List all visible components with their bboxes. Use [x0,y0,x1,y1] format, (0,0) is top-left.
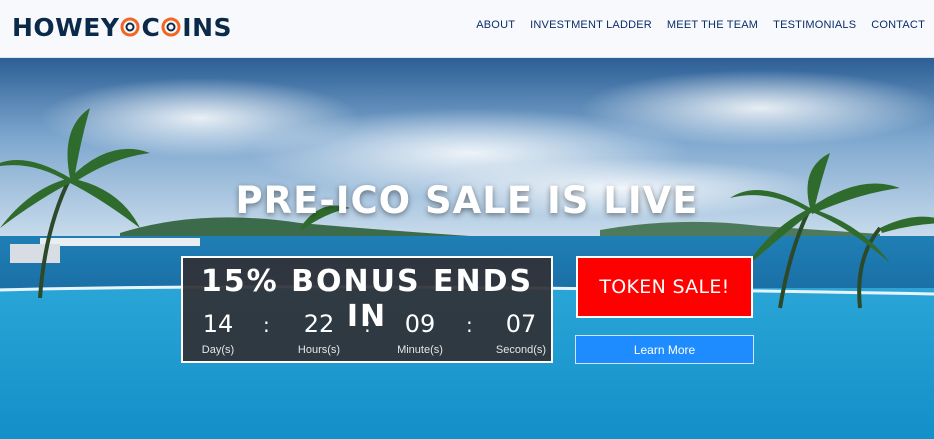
nav-link-about[interactable]: ABOUT [476,19,515,31]
countdown-days-value: 14 [202,310,234,338]
nav-link-contact[interactable]: CONTACT [871,19,925,31]
token-sale-button[interactable]: TOKEN SALE! [576,256,753,318]
main-nav: ABOUT INVESTMENT LADDER MEET THE TEAM TE… [476,19,925,31]
nav-link-meet-the-team[interactable]: MEET THE TEAM [667,19,758,31]
countdown-minutes: 09 Minute(s) [385,310,455,356]
countdown-minutes-label: Minute(s) [397,344,443,356]
nav-link-investment-ladder[interactable]: INVESTMENT LADDER [530,19,652,31]
howeycoins-logo[interactable]: HOWEY C INS [12,12,232,42]
bonus-countdown-panel: 15% BONUS ENDS IN 14 Day(s) : 22 Hours(s… [181,256,553,363]
countdown-days: 14 Day(s) [183,310,253,356]
countdown-hours-value: 22 [303,310,335,338]
countdown-separator: : [364,313,371,337]
hero-headline: PRE-ICO SALE IS LIVE [235,179,699,222]
hero-banner: PRE-ICO SALE IS LIVE 15% BONUS ENDS IN 1… [0,58,934,439]
countdown-seconds-value: 07 [505,310,537,338]
countdown-hours: 22 Hours(s) [284,310,354,356]
countdown-seconds-label: Second(s) [495,344,547,356]
logo-wordmark: HOWEY C INS [12,12,233,42]
countdown-separator: : [263,313,270,337]
hero-background-image [0,58,934,439]
coin-icon [120,14,140,36]
countdown-hours-label: Hours(s) [297,344,341,356]
countdown-seconds: 07 Second(s) [486,310,556,356]
nav-link-testimonials[interactable]: TESTIMONIALS [773,19,856,31]
coin-icon [161,14,181,36]
learn-more-button[interactable]: Learn More [575,335,754,364]
top-navbar: HOWEY C INS ABOUT INVESTMENT LADDER MEET T… [0,0,934,58]
countdown-separator: : [466,313,473,337]
countdown-minutes-value: 09 [404,310,436,338]
countdown-days-label: Day(s) [201,344,235,356]
